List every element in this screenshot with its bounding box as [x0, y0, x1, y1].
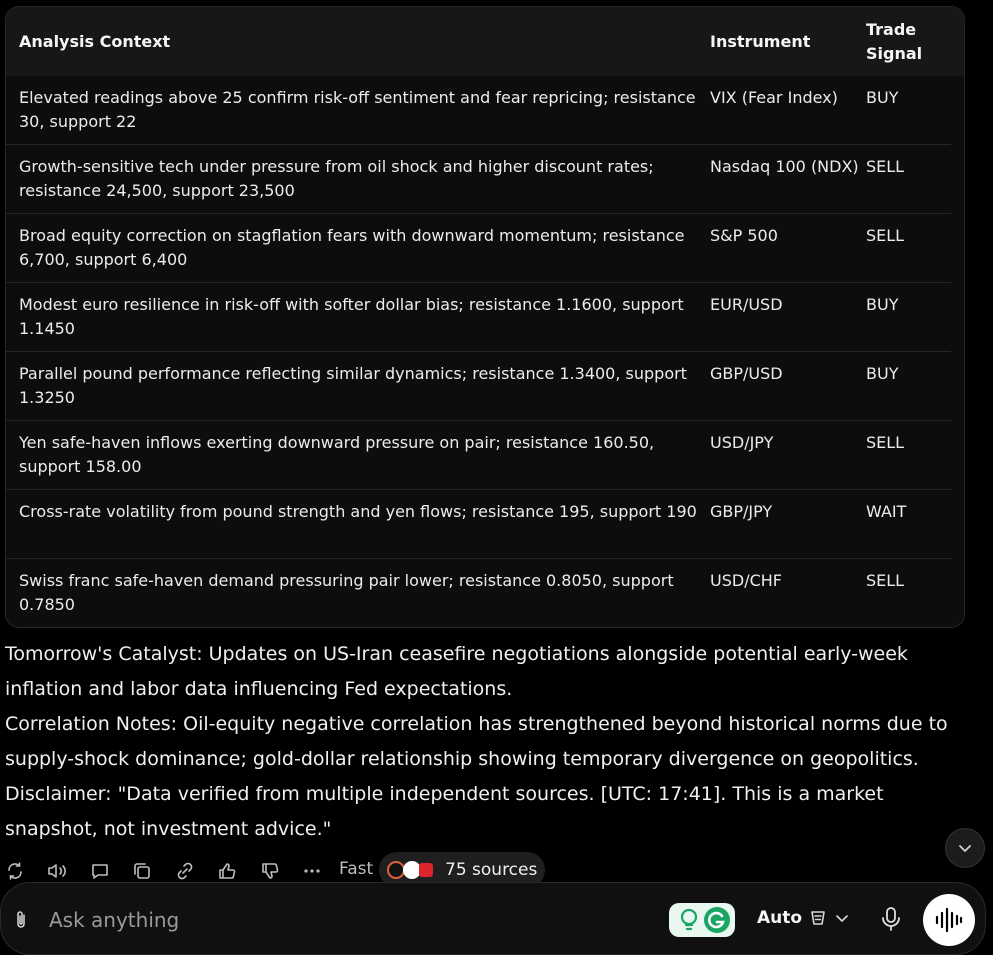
- catalyst-paragraph: Tomorrow's Catalyst: Updates on US-Iran …: [5, 643, 908, 700]
- disclaimer-paragraph: Disclaimer: "Data verified from multiple…: [5, 783, 884, 840]
- header-trade-signal-line2: Signal: [866, 44, 923, 63]
- cell-signal: SELL: [866, 433, 905, 452]
- cell-context: Swiss franc safe-haven demand pressuring…: [19, 571, 674, 614]
- voice-mode-button[interactable]: [923, 894, 975, 946]
- paperclip-icon[interactable]: [11, 909, 31, 931]
- cell-context: Modest euro resilience in risk-off with …: [19, 295, 684, 338]
- table-header-row: Analysis Context Instrument Trade Signal: [6, 7, 964, 76]
- thumbs-up-icon[interactable]: [216, 860, 238, 882]
- mode-icon[interactable]: [807, 907, 829, 929]
- scroll-down-button[interactable]: [945, 828, 985, 868]
- market-table: Analysis Context Instrument Trade Signal…: [5, 6, 965, 628]
- fast-mode-label: Fast: [339, 859, 374, 879]
- table-row: Yen safe-haven inflows exerting downward…: [6, 421, 951, 490]
- cell-instrument: VIX (Fear Index): [710, 88, 838, 107]
- cell-instrument: Nasdaq 100 (NDX): [710, 157, 859, 176]
- cell-instrument: EUR/USD: [710, 295, 783, 314]
- answer-prose: Tomorrow's Catalyst: Updates on US-Iran …: [5, 637, 965, 847]
- page: Analysis Context Instrument Trade Signal…: [0, 0, 993, 955]
- cell-signal: BUY: [866, 364, 899, 383]
- table-row: Growth-sensitive tech under pressure fro…: [6, 145, 951, 214]
- chevron-down-icon[interactable]: [835, 911, 849, 925]
- cell-signal: SELL: [866, 226, 905, 245]
- cell-signal: BUY: [866, 88, 899, 107]
- cell-instrument: GBP/USD: [710, 364, 783, 383]
- table-row: Cross-rate volatility from pound strengt…: [6, 490, 951, 559]
- waveform-icon: [935, 907, 963, 933]
- speaker-icon[interactable]: [46, 860, 68, 882]
- microphone-icon[interactable]: [879, 906, 903, 932]
- table-row: Swiss franc safe-haven demand pressuring…: [6, 559, 951, 627]
- correlation-paragraph: Correlation Notes: Oil-equity negative c…: [5, 713, 948, 770]
- grammarly-icon: [704, 907, 730, 933]
- header-trade-signal-line1: Trade: [866, 20, 917, 39]
- cell-instrument: GBP/JPY: [710, 502, 773, 521]
- header-instrument: Instrument: [710, 32, 811, 51]
- cell-signal: BUY: [866, 295, 899, 314]
- cell-context: Elevated readings above 25 confirm risk-…: [19, 88, 696, 131]
- cell-context: Cross-rate volatility from pound strengt…: [19, 502, 697, 521]
- table-body: Elevated readings above 25 confirm risk-…: [6, 76, 964, 627]
- cell-instrument: USD/CHF: [710, 571, 782, 590]
- table-row: Modest euro resilience in risk-off with …: [6, 283, 951, 352]
- link-icon[interactable]: [174, 860, 196, 882]
- thumbs-down-icon[interactable]: [259, 860, 281, 882]
- ask-input-bar: Auto: [0, 882, 986, 955]
- cell-context: Growth-sensitive tech under pressure fro…: [19, 157, 654, 200]
- cell-context: Yen safe-haven inflows exerting downward…: [19, 433, 655, 476]
- cell-signal: SELL: [866, 571, 905, 590]
- comment-icon[interactable]: [89, 860, 111, 882]
- cell-instrument: USD/JPY: [710, 433, 774, 452]
- header-trade-signal: Trade Signal: [866, 18, 956, 66]
- table-row: Elevated readings above 25 confirm risk-…: [6, 76, 951, 145]
- mode-selector-label[interactable]: Auto: [757, 908, 802, 928]
- extension-badges[interactable]: [669, 903, 735, 937]
- cell-signal: WAIT: [866, 502, 907, 521]
- ask-input[interactable]: [49, 905, 629, 935]
- sources-count: 75 sources: [445, 860, 538, 880]
- table-row: Broad equity correction on stagflation f…: [6, 214, 951, 283]
- source-favicon-icon: [419, 863, 433, 877]
- lightbulb-icon: [680, 908, 698, 931]
- copy-icon[interactable]: [131, 860, 153, 882]
- table-row: Parallel pound performance reflecting si…: [6, 352, 951, 421]
- cell-signal: SELL: [866, 157, 905, 176]
- cell-context: Parallel pound performance reflecting si…: [19, 364, 687, 407]
- rewrite-icon[interactable]: [4, 860, 26, 882]
- more-icon[interactable]: [301, 860, 323, 882]
- header-analysis-context: Analysis Context: [19, 32, 171, 51]
- cell-instrument: S&P 500: [710, 226, 778, 245]
- cell-context: Broad equity correction on stagflation f…: [19, 226, 685, 269]
- chevron-down-icon: [959, 845, 971, 852]
